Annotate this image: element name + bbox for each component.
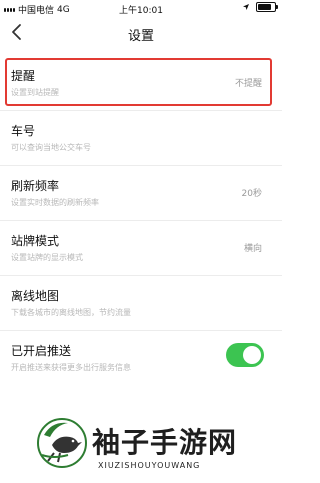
battery-icon xyxy=(256,2,278,12)
setting-label: 离线地图 xyxy=(11,289,60,303)
setting-value: 20秒 xyxy=(241,189,262,199)
setting-reminder[interactable]: 提醒 设置到站提醒 不提醒 xyxy=(0,56,282,111)
setting-desc: 设置到站提醒 xyxy=(11,88,59,97)
setting-value: 不提醒 xyxy=(234,79,262,89)
setting-refresh-rate[interactable]: 刷新频率 设置实时数据的刷新频率 20秒 xyxy=(0,166,282,221)
setting-bus-number[interactable]: 车号 可以查询当地公交车号 xyxy=(0,111,282,166)
bird-logo-icon xyxy=(37,418,87,468)
watermark-subtitle: XIUZISHOUYOUWANG xyxy=(98,461,201,470)
location-icon xyxy=(243,4,249,10)
status-time: 上午10:01 xyxy=(119,6,163,16)
setting-label: 站牌模式 xyxy=(11,234,60,248)
setting-desc: 开启推送来获得更多出行服务信息 xyxy=(11,363,131,372)
page-title: 设置 xyxy=(127,29,154,44)
setting-desc: 下载各城市的离线地图，节约流量 xyxy=(11,308,131,317)
setting-label: 车号 xyxy=(11,124,36,138)
settings-list: 提醒 设置到站提醒 不提醒 车号 可以查询当地公交车号 刷新频率 设置实时数据的… xyxy=(0,56,282,385)
setting-label: 刷新频率 xyxy=(11,179,60,193)
toggle-knob xyxy=(243,346,261,364)
setting-stop-sign-mode[interactable]: 站牌模式 设置站牌的显示模式 横向 xyxy=(0,221,282,276)
watermark-title: 袖子手游网 xyxy=(92,426,238,459)
setting-desc: 可以查询当地公交车号 xyxy=(11,143,91,152)
push-toggle[interactable] xyxy=(226,343,264,367)
status-bar: 中国电信 4G 上午10:01 xyxy=(0,0,282,16)
setting-label: 已开启推送 xyxy=(11,344,72,358)
setting-offline-map[interactable]: 离线地图 下载各城市的离线地图，节约流量 xyxy=(0,276,282,331)
setting-push-enabled: 已开启推送 开启推送来获得更多出行服务信息 xyxy=(0,331,282,385)
watermark: 袖子手游网 XIUZISHOUYOUWANG xyxy=(30,415,275,483)
setting-desc: 设置实时数据的刷新频率 xyxy=(11,198,99,207)
setting-label: 提醒 xyxy=(11,69,36,83)
setting-value: 横向 xyxy=(243,244,262,254)
nav-bar: 设置 xyxy=(0,16,282,50)
status-right xyxy=(242,2,278,12)
setting-desc: 设置站牌的显示模式 xyxy=(11,253,83,262)
